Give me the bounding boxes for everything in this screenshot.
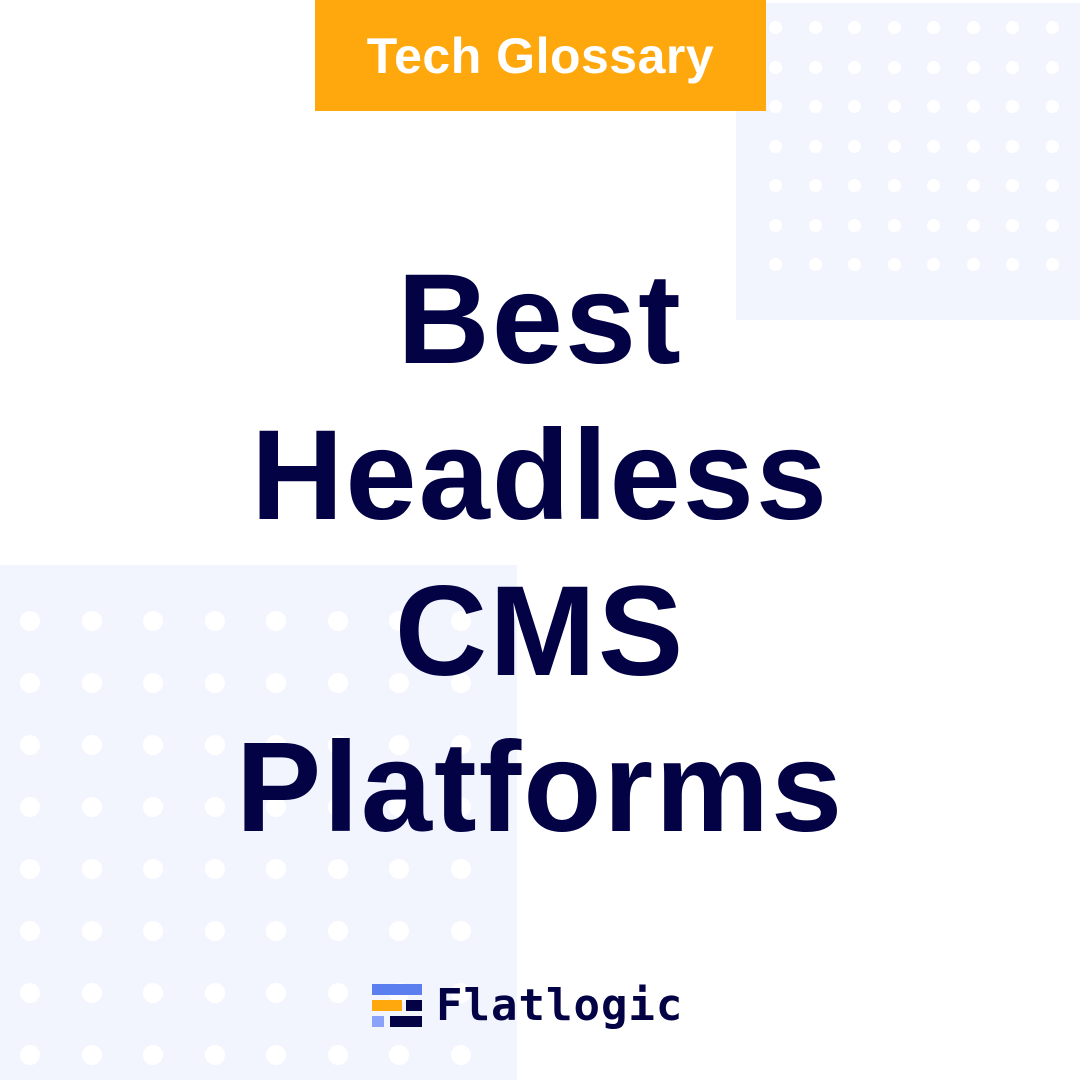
decorative-dot bbox=[20, 921, 40, 941]
decorative-dot bbox=[769, 218, 782, 232]
decorative-dot bbox=[769, 60, 782, 74]
decorative-dot bbox=[1045, 21, 1059, 34]
decorative-dot bbox=[966, 179, 980, 192]
decorative-dot bbox=[808, 218, 822, 232]
decorative-dot bbox=[808, 100, 822, 113]
decorative-dot bbox=[966, 218, 980, 232]
title-line: CMS bbox=[394, 560, 686, 703]
decorative-dot bbox=[848, 100, 861, 113]
page-title: Best Headless CMS Platforms bbox=[0, 242, 1080, 866]
decorative-dot bbox=[450, 921, 471, 941]
decorative-dot bbox=[81, 983, 102, 1003]
decorative-dot bbox=[20, 983, 40, 1003]
decorative-dot bbox=[389, 1045, 409, 1065]
decorative-dot bbox=[204, 1045, 225, 1065]
decorative-dot bbox=[808, 139, 822, 153]
title-line: Platforms bbox=[235, 716, 845, 859]
decorative-dot bbox=[143, 1045, 163, 1065]
decorative-dot bbox=[808, 21, 822, 34]
decorative-dot bbox=[1006, 60, 1019, 74]
decorative-dot bbox=[927, 179, 940, 192]
decorative-dot bbox=[204, 983, 225, 1003]
decorative-dot bbox=[966, 100, 980, 113]
decorative-dot bbox=[769, 139, 782, 153]
decorative-dot bbox=[1045, 179, 1059, 192]
decorative-dot bbox=[769, 21, 782, 34]
decorative-dot bbox=[848, 139, 861, 153]
decorative-dot bbox=[887, 21, 901, 34]
decorative-dot bbox=[389, 921, 409, 941]
decorative-dot bbox=[1045, 218, 1059, 232]
brand-name: Flatlogic bbox=[436, 980, 684, 1031]
decorative-dot bbox=[769, 179, 782, 192]
decorative-dot bbox=[327, 921, 348, 941]
decorative-dot bbox=[808, 179, 822, 192]
decorative-dot bbox=[1045, 100, 1059, 113]
decorative-dot bbox=[266, 1045, 286, 1065]
flatlogic-logo-icon bbox=[372, 983, 422, 1028]
decorative-dot bbox=[1006, 139, 1019, 153]
decorative-dot bbox=[887, 218, 901, 232]
decorative-dot bbox=[143, 921, 163, 941]
decorative-dot bbox=[143, 983, 163, 1003]
decorative-dot bbox=[887, 60, 901, 74]
decorative-dot bbox=[927, 218, 940, 232]
decorative-dot bbox=[848, 179, 861, 192]
decorative-dot bbox=[1045, 139, 1059, 153]
decorative-dot bbox=[887, 100, 901, 113]
decorative-dot bbox=[1045, 60, 1059, 74]
decorative-dot bbox=[848, 21, 861, 34]
decorative-dot bbox=[927, 100, 940, 113]
decorative-dot bbox=[966, 60, 980, 74]
decorative-dot bbox=[20, 1045, 40, 1065]
decorative-dot bbox=[887, 179, 901, 192]
decorative-dot bbox=[1006, 100, 1019, 113]
decorative-dot bbox=[927, 139, 940, 153]
decorative-dot bbox=[927, 21, 940, 34]
category-badge-label: Tech Glossary bbox=[366, 27, 715, 84]
decorative-dot bbox=[966, 139, 980, 153]
decorative-dot bbox=[81, 921, 102, 941]
decorative-dot bbox=[266, 983, 286, 1003]
title-line: Headless bbox=[250, 404, 830, 547]
category-badge: Tech Glossary bbox=[315, 0, 766, 111]
decorative-dot bbox=[204, 921, 225, 941]
decorative-dot bbox=[887, 139, 901, 153]
decorative-dot bbox=[1006, 218, 1019, 232]
decorative-dot bbox=[848, 218, 861, 232]
decorative-dot bbox=[927, 60, 940, 74]
decorative-dot bbox=[966, 21, 980, 34]
decorative-dot bbox=[266, 921, 286, 941]
title-line: Best bbox=[397, 248, 683, 391]
decorative-dot bbox=[769, 100, 782, 113]
decorative-dot bbox=[1006, 21, 1019, 34]
decorative-dot bbox=[848, 60, 861, 74]
decorative-dot bbox=[808, 60, 822, 74]
decorative-dot bbox=[1006, 179, 1019, 192]
decorative-dot bbox=[327, 1045, 348, 1065]
decorative-dot bbox=[327, 983, 348, 1003]
brand-logo[interactable]: Flatlogic bbox=[372, 980, 683, 1031]
decorative-dot bbox=[450, 1045, 471, 1065]
decorative-dot bbox=[81, 1045, 102, 1065]
